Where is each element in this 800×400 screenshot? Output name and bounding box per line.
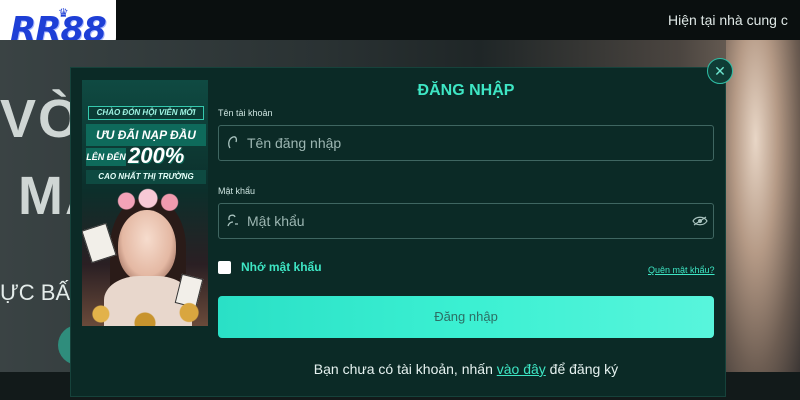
signup-suffix: để đăng ký bbox=[545, 361, 619, 377]
login-button[interactable]: Đăng nhập bbox=[218, 296, 714, 338]
marquee-notice: Hiện tại nhà cung c bbox=[668, 12, 788, 28]
promo-market: CAO NHẤT THỊ TRƯỜNG bbox=[86, 170, 206, 184]
promo-banner: CHÀO ĐÓN HỘI VIÊN MỚI ƯU ĐÃI NẠP ĐẦU LÊN… bbox=[82, 80, 208, 326]
signup-prompt: Bạn chưa có tài khoản, nhấn vào đây để đ… bbox=[218, 361, 714, 377]
promo-welcome: CHÀO ĐÓN HỘI VIÊN MỚI bbox=[88, 106, 204, 120]
flower-crown-icon bbox=[112, 188, 184, 214]
promo-model-face bbox=[118, 210, 176, 282]
user-icon bbox=[219, 135, 247, 152]
gold-coins-icon bbox=[82, 296, 208, 326]
remember-label: Nhớ mật khẩu bbox=[241, 260, 322, 274]
top-bar: Hiện tại nhà cung c bbox=[0, 0, 800, 40]
close-button[interactable]: ✕ bbox=[707, 58, 733, 84]
crown-icon: ♛ bbox=[58, 6, 69, 20]
promo-upto: LÊN ĐẾN bbox=[86, 148, 126, 166]
hero-model-image bbox=[726, 40, 800, 372]
signup-link[interactable]: vào đây bbox=[497, 361, 546, 377]
username-field[interactable] bbox=[218, 125, 714, 161]
eye-off-icon[interactable] bbox=[687, 214, 713, 229]
promo-percent: 200% bbox=[128, 143, 185, 168]
username-input[interactable] bbox=[247, 126, 713, 160]
password-field[interactable] bbox=[218, 203, 714, 239]
username-label: Tên tài khoản bbox=[218, 108, 273, 118]
login-title: ĐĂNG NHẬP bbox=[417, 82, 515, 99]
password-input[interactable] bbox=[247, 204, 687, 238]
remember-checkbox[interactable] bbox=[218, 260, 231, 274]
signup-prefix: Bạn chưa có tài khoản, nhấn bbox=[313, 361, 497, 377]
remember-me[interactable]: Nhớ mật khẩu bbox=[218, 260, 322, 274]
lock-icon bbox=[219, 213, 247, 230]
forgot-password-link[interactable]: Quên mật khẩu? bbox=[648, 265, 715, 275]
password-label: Mật khẩu bbox=[218, 186, 256, 196]
